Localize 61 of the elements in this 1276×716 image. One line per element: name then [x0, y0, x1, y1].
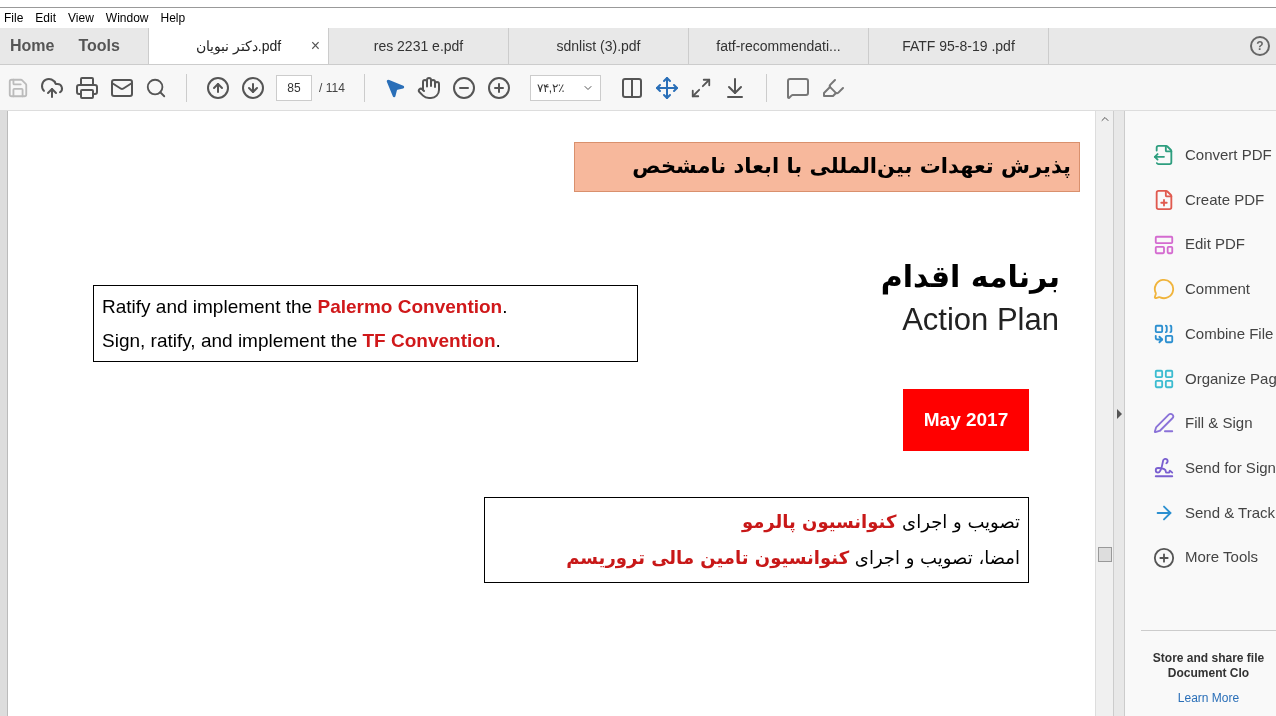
- menu-item[interactable]: View: [64, 9, 98, 27]
- tool-item[interactable]: Combine File: [1153, 311, 1276, 357]
- tool-item[interactable]: Create PDF: [1153, 177, 1276, 223]
- sentence: تصویب و اجرای کنوانسیون پالرمو: [740, 510, 1020, 535]
- document-tab[interactable]: res 2231 e.pdf: [329, 28, 509, 64]
- layout-icon: [1153, 233, 1175, 256]
- tool-item[interactable]: Fill & Sign: [1153, 401, 1276, 446]
- previous-page-icon[interactable]: [206, 75, 230, 100]
- zoom-dropdown[interactable]: ۷۴,۲٪: [529, 74, 601, 101]
- zoom-out-icon[interactable]: [451, 75, 476, 100]
- document-tab[interactable]: FATF 95-8-19 .pdf: [869, 28, 1049, 64]
- heading: Action Plan: [902, 301, 1059, 339]
- move-icon[interactable]: [654, 75, 679, 100]
- tool-item[interactable]: More Tools: [1153, 535, 1276, 580]
- menu-item[interactable]: File: [0, 9, 28, 27]
- scrollbar[interactable]: [1095, 111, 1113, 716]
- document-tab[interactable]: دکتر نبویان.pdf ×: [149, 28, 329, 64]
- combine-icon: [1153, 323, 1175, 346]
- sentence: امضا، تصویب و اجرای کنوانسیون تامین مالی تروریسم: [565, 546, 1020, 571]
- promo-text: Document Clo: [1167, 665, 1250, 681]
- banner-title: پذیرش تعهدات بین‌المللی با ابعاد نامشخص: [574, 142, 1080, 192]
- speech-bubble-icon: [1153, 278, 1175, 301]
- nav-tab[interactable]: Tools: [68, 28, 134, 64]
- zoom-in-icon[interactable]: [486, 75, 511, 100]
- menu-item[interactable]: Window: [101, 9, 153, 27]
- sentence: Ratify and implement the Palermo Convention.: [102, 294, 509, 319]
- plus-circle-icon: [1153, 546, 1175, 569]
- help-button[interactable]: ?: [1250, 36, 1270, 56]
- tool-item[interactable]: Organize Pag: [1153, 356, 1276, 402]
- print-icon[interactable]: [75, 75, 99, 100]
- file-plus-icon: [1153, 189, 1175, 212]
- scroll-thumb[interactable]: [1097, 547, 1112, 562]
- page-total: / 114: [319, 79, 345, 97]
- upload-icon[interactable]: [40, 75, 64, 100]
- tool-item[interactable]: Send & Track: [1153, 490, 1276, 536]
- learn-more-link[interactable]: Learn More: [1177, 690, 1240, 706]
- tool-item[interactable]: Edit PDF: [1153, 222, 1276, 268]
- comment-icon[interactable]: [785, 75, 810, 100]
- next-page-icon[interactable]: [241, 75, 265, 100]
- tool-item[interactable]: Send for Sign: [1153, 445, 1276, 491]
- close-button[interactable]: ×: [310, 34, 320, 58]
- date-badge: May 2017: [903, 389, 1029, 451]
- file-arrow-icon: [1153, 144, 1175, 167]
- sentence: Sign, ratify, and implement the TF Convention.: [102, 328, 502, 353]
- full-screen-icon[interactable]: [689, 76, 712, 99]
- heading: برنامه اقدام: [880, 258, 1060, 297]
- menu-item[interactable]: Edit: [31, 9, 61, 27]
- nav-tab[interactable]: Home: [0, 28, 69, 64]
- document-tab[interactable]: sdnlist (3).pdf: [509, 28, 689, 64]
- pages-icon: [1153, 367, 1175, 390]
- tool-item[interactable]: Convert PDF: [1153, 133, 1276, 178]
- tool-item[interactable]: Comment: [1153, 267, 1276, 312]
- menu-item[interactable]: Help: [156, 9, 190, 27]
- promo-text: Store and share file: [1152, 650, 1265, 666]
- search-icon[interactable]: [145, 76, 167, 99]
- fit-width-icon[interactable]: [619, 75, 644, 100]
- hand-icon[interactable]: [416, 75, 441, 100]
- document-tab[interactable]: fatf-recommendati...: [689, 28, 869, 64]
- pen-icon: [1153, 412, 1175, 435]
- signature-icon: [1153, 457, 1175, 480]
- page-number-field[interactable]: 85: [276, 74, 312, 101]
